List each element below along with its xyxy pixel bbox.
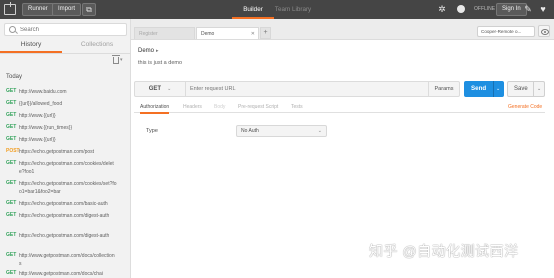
sync-icon[interactable] — [453, 3, 469, 15]
save-label: Save — [514, 86, 528, 92]
bell-icon[interactable]: ♥ — [537, 3, 549, 15]
method-badge: GET — [6, 112, 17, 118]
method-badge: GET — [6, 212, 17, 218]
send-label: Send — [471, 85, 487, 92]
environment-select[interactable]: Cooper-Remote o... — [477, 26, 535, 37]
history-group-label: Today — [6, 74, 23, 80]
auth-type-value: No Auth — [241, 128, 259, 134]
tab-body[interactable]: Body — [214, 104, 225, 110]
method-badge: GET — [6, 124, 17, 130]
import-button[interactable]: Import — [52, 3, 82, 16]
search-box[interactable] — [4, 23, 127, 36]
request-tab-label: Register — [139, 31, 158, 37]
method-badge: GET — [6, 88, 17, 94]
tab-authorization[interactable]: Authorization — [140, 104, 170, 114]
params-button[interactable]: Params — [428, 82, 459, 96]
method-badge: GET — [6, 136, 17, 142]
method-badge: GET — [6, 232, 17, 238]
chevron-down-icon: ⌄ — [317, 128, 322, 134]
tab-team-library[interactable]: Team Library — [272, 0, 314, 19]
history-url: https://echo.getpostman.com/basic-auth — [19, 201, 108, 207]
send-button[interactable]: Send ⌄ — [464, 81, 504, 97]
history-url: http://www.baidu.com — [19, 89, 67, 95]
divider — [493, 81, 494, 97]
add-tab-button[interactable]: + — [260, 27, 271, 39]
tab-headers[interactable]: Headers — [183, 104, 202, 110]
chevron-down-icon[interactable]: ⌄ — [496, 81, 500, 97]
history-url: http://www.{{url}} — [19, 137, 56, 143]
history-url: http://www.getpostman.com/docs/chai — [19, 271, 103, 277]
save-button[interactable]: Save ⌄ — [507, 81, 545, 97]
wrench-icon[interactable]: ✎ — [522, 3, 534, 15]
search-input[interactable] — [20, 24, 120, 35]
tab-pre-request-script[interactable]: Pre-request Script — [238, 104, 278, 110]
auth-type-select[interactable]: No Auth ⌄ — [236, 125, 327, 137]
method-badge: GET — [6, 252, 17, 258]
history-url: https://echo.getpostman.com/cookies/dele… — [19, 161, 114, 175]
method-select[interactable]: GET ⌄ — [135, 82, 186, 96]
history-url: http://www.{{run_times}} — [19, 125, 73, 131]
history-url: {{url}}/allowed_food — [19, 101, 63, 107]
new-window-icon[interactable] — [4, 2, 16, 15]
watermark: 知乎 @自动化测试西洋 — [369, 243, 519, 259]
tab-tests[interactable]: Tests — [291, 104, 303, 110]
search-icon — [9, 26, 16, 33]
satellite-icon[interactable]: ✲ — [436, 3, 448, 15]
chevron-down-icon: ⌄ — [167, 86, 172, 92]
url-bar: GET ⌄ Params — [134, 81, 460, 97]
history-url: http://www.{{url}} — [19, 113, 56, 119]
new-tab-window-button[interactable]: ⧉ — [82, 3, 96, 16]
method-badge: POST — [6, 148, 20, 154]
runner-button[interactable]: Runner — [22, 3, 54, 16]
close-icon[interactable]: ✕ — [251, 28, 255, 40]
method-badge: GET — [6, 100, 17, 106]
chevron-down-icon[interactable]: ⌄ — [537, 82, 541, 96]
eye-icon[interactable] — [538, 25, 550, 37]
history-url: https://echo.getpostman.com/digest-auth — [19, 233, 110, 239]
history-url: https://echo.getpostman.com/cookies/set?… — [19, 181, 117, 195]
method-badge: GET — [6, 160, 17, 166]
main-panel — [131, 19, 554, 278]
method-value: GET — [148, 86, 162, 92]
request-subtabs: Authorization Headers Body Pre-request S… — [134, 101, 545, 114]
request-tab-label: Demo — [201, 31, 215, 37]
method-badge: GET — [6, 200, 17, 206]
history-url: https://echo.getpostman.com/digest-auth — [19, 213, 110, 219]
divider — [533, 82, 534, 96]
divider — [0, 53, 131, 54]
tab-builder[interactable]: Builder — [232, 0, 274, 19]
history-url: http://www.getpostman.com/docs/collectio… — [19, 253, 115, 267]
method-badge: GET — [6, 180, 17, 186]
top-toolbar: Runner Import ⧉ Builder Team Library ✲ O… — [0, 0, 554, 19]
request-description: this is just a demo — [138, 60, 183, 66]
auth-type-label: Type — [146, 128, 158, 134]
trash-icon[interactable] — [112, 55, 120, 64]
request-name[interactable]: Demo — [138, 48, 154, 54]
tab-history[interactable]: History — [0, 39, 62, 53]
generate-code-link[interactable]: Generate Code — [508, 104, 542, 110]
offline-status: OFFLINE — [474, 6, 496, 12]
url-input[interactable] — [190, 82, 420, 96]
history-url: https://echo.getpostman.com/post — [19, 149, 95, 155]
chevron-down-icon[interactable]: ▾ — [120, 57, 123, 63]
request-tab-demo[interactable]: Demo ✕ — [196, 27, 259, 39]
request-tab-register[interactable]: Register — [134, 27, 195, 39]
tab-collections[interactable]: Collections — [66, 39, 128, 53]
method-badge: GET — [6, 270, 17, 276]
caret-icon[interactable]: ▸ — [156, 48, 159, 54]
